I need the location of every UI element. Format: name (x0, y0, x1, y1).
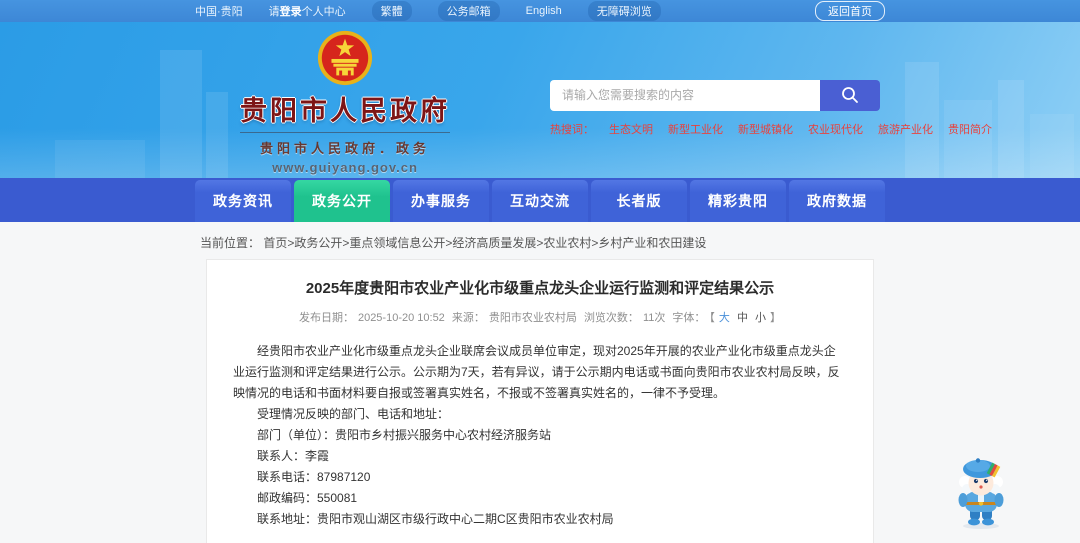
font-size-large[interactable]: 大 (719, 312, 730, 324)
publish-date: 2025-10-20 10:52 (357, 312, 445, 324)
hot-search-word[interactable]: 新型工业化 (668, 121, 723, 137)
contact-line: 联系电话：87987120 (257, 470, 371, 484)
search-button[interactable] (820, 79, 880, 111)
views-value: 11次 (642, 312, 666, 324)
hot-search-word[interactable]: 农业现代化 (808, 121, 863, 137)
article-paragraph: 经贵阳市农业产业化市级重点龙头企业联席会议成员单位审定，现对2025年开展的农业… (233, 344, 840, 400)
hot-search-label: 热搜词： (550, 123, 594, 136)
hot-search-row: 热搜词： 生态文明 新型工业化 新型城镇化 农业现代化 旅游产业化 贵阳简介 (550, 121, 992, 137)
font-size-small[interactable]: 小 (755, 312, 766, 324)
topbar-link[interactable]: 公务邮箱 (437, 1, 500, 21)
nav-tab[interactable]: 精彩贵阳 (690, 180, 786, 222)
breadcrumb: 当前位置： 首页>政务公开>重点领域信息公开>经济高质量发展>农业农村>乡村产业… (195, 222, 885, 259)
back-to-home-button[interactable]: 返回首页 (815, 1, 885, 21)
nav-tab[interactable]: 政府数据 (789, 180, 885, 222)
search-input[interactable] (550, 79, 820, 111)
national-emblem-icon (317, 30, 373, 86)
views-label: 浏览次数： (583, 312, 639, 324)
contact-line: 联系人：李霞 (257, 449, 330, 463)
source-label: 来源： (451, 312, 485, 324)
nav-tab[interactable]: 办事服务 (393, 180, 489, 222)
site-url: www.guiyang.gov.cn (272, 160, 418, 175)
search-area: 热搜词： 生态文明新型工业化新型城镇化农业现代化旅游产业化贵阳简介 (550, 64, 992, 137)
nav-tab[interactable]: 互动交流 (492, 180, 588, 222)
topbar-link[interactable]: 请登录个人中心 (269, 3, 346, 19)
skyline-silhouette (1030, 114, 1074, 178)
publish-label: 发布日期： (298, 312, 354, 324)
breadcrumb-label: 当前位置： (200, 236, 261, 250)
topbar-link[interactable]: 中国·贵阳 (195, 3, 243, 19)
site-header-banner: 贵阳市人民政府 贵阳市人民政府．政务 www.guiyang.gov.cn 热搜… (0, 22, 1080, 178)
hot-search-word[interactable]: 生态文明 (609, 121, 653, 137)
hot-search-word[interactable]: 旅游产业化 (878, 121, 933, 137)
mascot-character[interactable] (948, 456, 1014, 530)
font-size-label: 字体： (672, 312, 706, 324)
topbar-links: 中国·贵阳 请登录个人中心 繁體 公务邮箱 English 无障碍浏览 (195, 1, 661, 21)
contact-line: 部门（单位）：贵阳市乡村振兴服务中心农村经济服务站 (257, 428, 552, 442)
site-title: 贵阳市人民政府 (240, 89, 450, 133)
article-paragraph: 受理情况反映的部门、电话和地址： (257, 407, 450, 421)
topbar-link[interactable]: 无障碍浏览 (587, 1, 661, 21)
site-logo[interactable]: 贵阳市人民政府 贵阳市人民政府．政务 www.guiyang.gov.cn (195, 25, 495, 175)
article-title: 2025年度贵阳市农业产业化市级重点龙头企业运行监测和评定结果公示 (305, 280, 775, 297)
top-utility-bar: 中国·贵阳 请登录个人中心 繁體 公务邮箱 English 无障碍浏览 返回首页 (0, 0, 1080, 22)
topbar-link[interactable]: English (526, 5, 562, 17)
hot-search-words: 生态文明 新型工业化 新型城镇化 农业现代化 旅游产业化 贵阳简介 (609, 121, 992, 137)
breadcrumb-path[interactable]: 首页>政务公开>重点领域信息公开>经济高质量发展>农业农村>乡村产业和农田建设 (263, 236, 706, 250)
skyline-silhouette (55, 140, 145, 178)
hot-search-word[interactable]: 贵阳简介 (948, 121, 992, 137)
skyline-silhouette (998, 80, 1024, 178)
topbar-link[interactable]: 繁體 (371, 1, 412, 21)
nav-tab[interactable]: 政务资讯 (195, 180, 291, 222)
hot-search-word[interactable]: 新型城镇化 (738, 121, 793, 137)
article-card: 2025年度贵阳市农业产业化市级重点龙头企业运行监测和评定结果公示 发布日期： 2… (206, 259, 874, 543)
nav-tab[interactable]: 政务公开 (294, 180, 390, 222)
search-icon (842, 87, 858, 103)
site-subtitle: 贵阳市人民政府．政务 (259, 141, 430, 156)
nav-tab[interactable]: 长者版 (591, 180, 687, 222)
contact-line: 联系地址：贵阳市观山湖区市级行政中心二期C区贵阳市农业农村局 (257, 512, 614, 526)
contact-line: 邮政编码：550081 (257, 491, 358, 505)
skyline-silhouette (944, 100, 992, 178)
article-meta: 发布日期： 2025-10-20 10:52 来源： 贵阳市农业农村局 浏览次数： 1… (298, 312, 782, 324)
source-value: 贵阳市农业农村局 (488, 312, 577, 324)
main-navigation: 政务资讯 政务公开 办事服务 互动交流 长者版 精彩贵阳 政府数据 (0, 178, 1080, 222)
font-size-medium[interactable]: 中 (737, 312, 748, 324)
